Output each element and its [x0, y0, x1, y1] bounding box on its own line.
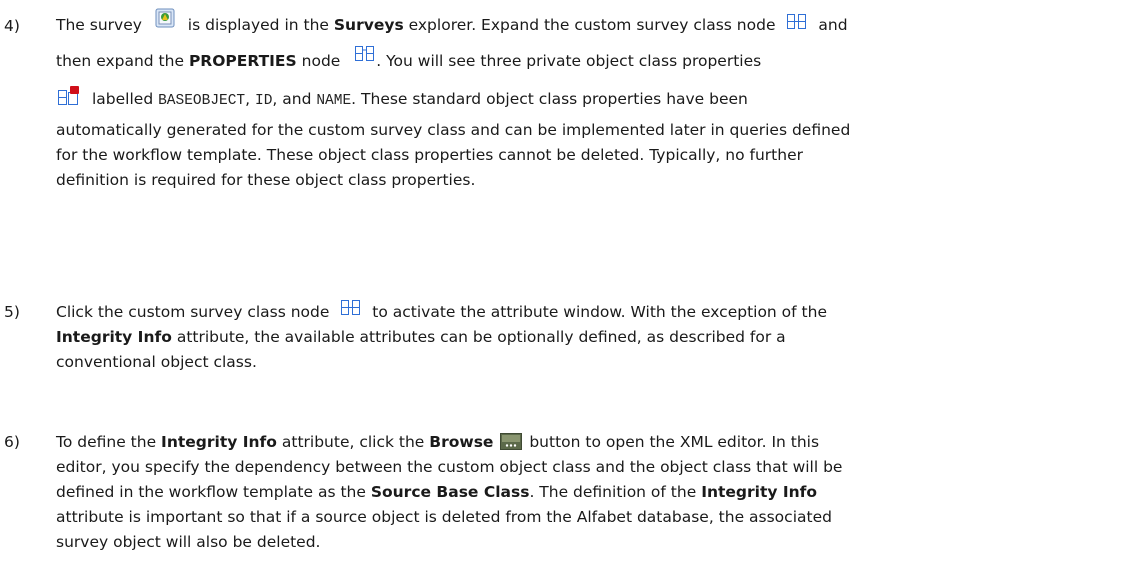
item-number: 6) [4, 433, 20, 451]
item-number: 4) [4, 17, 20, 35]
line-2: editor, you specify the dependency betwe… [56, 458, 843, 476]
line-4: automatically generated for the custom s… [56, 121, 851, 139]
page: 4) The survey is displayed in the Survey… [0, 0, 1135, 579]
browse-button-icon [500, 433, 523, 450]
line-3: conventional object class. [56, 353, 257, 371]
class-node-icon [341, 300, 361, 315]
class-node-icon [787, 14, 807, 29]
line-5: survey object will also be deleted. [56, 533, 321, 551]
line-1: The survey is displayed in the Surveys e… [56, 2, 1131, 34]
item-number: 5) [4, 303, 20, 321]
line-4: attribute is important so that if a sour… [56, 508, 832, 526]
line-3: labelled BASEOBJECT, ID, and NAME. These… [56, 86, 1131, 112]
line-1: Click the custom survey class node to ac… [56, 300, 1131, 325]
private-property-icon [58, 86, 80, 106]
list-item-4: 4) The survey is displayed in the Survey… [4, 2, 1131, 193]
line-2: Integrity Info attribute, the available … [56, 328, 786, 346]
line-6: definition is required for these object … [56, 171, 476, 189]
list-item-5: 5) Click the custom survey class node to… [4, 300, 1131, 375]
properties-node-icon [355, 46, 375, 61]
line-5: for the workflow template. These object … [56, 146, 803, 164]
line-2: then expand the PROPERTIES node . You wi… [56, 46, 1131, 72]
line-1: To define the Integrity Info attribute, … [56, 433, 820, 451]
line-3: defined in the workflow template as the … [56, 483, 818, 501]
list-item-6: 6) To define the Integrity Info attribut… [4, 430, 1131, 555]
survey-document-icon [155, 8, 175, 28]
